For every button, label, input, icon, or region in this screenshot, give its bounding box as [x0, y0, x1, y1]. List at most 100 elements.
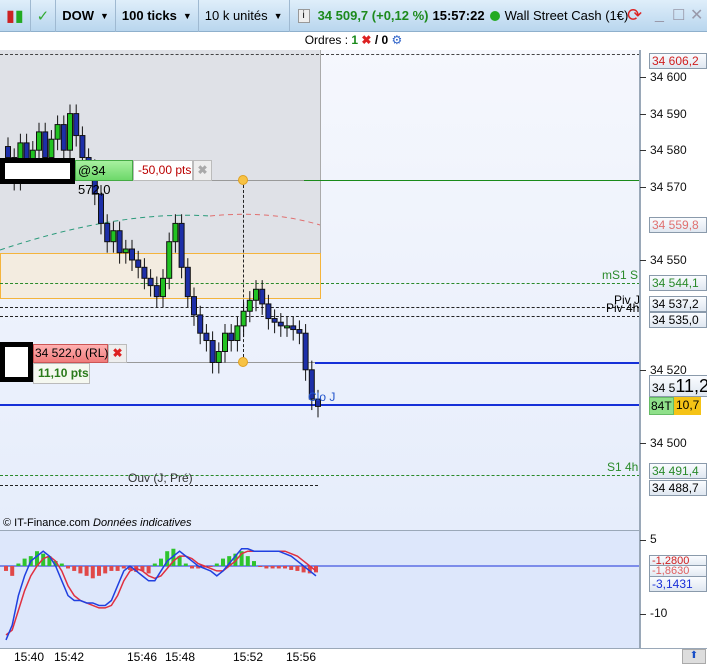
close-icon[interactable]: ✕: [690, 5, 703, 25]
price-box-ouv: 34 488,7: [649, 480, 707, 496]
price-box-s14h: 34 491,4: [649, 463, 707, 479]
level-label-ouv: Ouv (J; Pré): [128, 471, 193, 485]
minimize-icon[interactable]: _: [655, 6, 664, 24]
candle: [209, 331, 216, 374]
orders-bar: Ordres : 1 ✖ / 0 ⚙: [0, 32, 707, 50]
ticks-badge: 84T: [649, 397, 674, 415]
price-box-ms1s: 34 544,1: [649, 275, 707, 291]
candle: [129, 239, 135, 271]
period-select[interactable]: 100 ticks ▼: [116, 0, 199, 32]
indicator-svg: [0, 547, 639, 641]
level-label-ms1s: mS1 S: [602, 268, 639, 282]
candle: [197, 305, 204, 345]
scroll-to-end-icon[interactable]: ⬆: [682, 649, 706, 664]
candle: [240, 302, 247, 337]
stop-order-cancel-icon[interactable]: ✖: [193, 160, 212, 181]
histogram-bar: [10, 566, 15, 576]
histogram-bar: [22, 558, 27, 566]
stop-pts-text: -50,00 pts: [138, 163, 192, 177]
candle: [228, 324, 235, 352]
instrument-name: Wall Street Cash (1€): [504, 8, 629, 23]
candles: [0, 104, 321, 418]
level-label-cloj: Clo J: [308, 390, 336, 404]
histogram-bar: [270, 566, 275, 569]
candle: [253, 280, 259, 312]
indicator-panel[interactable]: [0, 530, 640, 648]
histogram-bar: [159, 558, 163, 566]
quantity-select[interactable]: 10 k unités ▼: [199, 0, 290, 32]
settings-icon[interactable]: ⚙: [392, 33, 403, 47]
candle: [271, 309, 278, 334]
price-box-pivj: 34 537,2: [649, 296, 707, 312]
candle: [259, 280, 266, 315]
stop-order-handle[interactable]: [0, 158, 75, 184]
candle: [290, 316, 297, 341]
axis-tick: 34 550: [650, 253, 687, 267]
orders-label: Ordres :: [304, 33, 349, 47]
candle: [284, 316, 290, 337]
candle: [67, 104, 73, 162]
price-axis[interactable]: 34 600 34 590 34 580 34 570 34 550 34 52…: [640, 50, 707, 648]
candlestick-icon[interactable]: ▮ ▮: [0, 0, 31, 32]
info-icon[interactable]: i: [297, 8, 310, 23]
candle: [184, 258, 191, 308]
candle: [203, 324, 210, 352]
histogram-bar: [78, 566, 83, 574]
histogram-bar: [90, 566, 95, 579]
histogram-bar: [258, 566, 263, 567]
candle: [153, 276, 160, 308]
histogram-bar: [4, 566, 8, 571]
candle: [222, 324, 228, 363]
period-label: 100 ticks: [121, 8, 177, 23]
time-label: 15:56: [286, 650, 317, 664]
last-price: 34 509,7 (+0,12 %): [317, 8, 429, 23]
quantity-label: 10 k unités: [204, 8, 268, 23]
toolbar: ▮ ▮ ✓ DOW ▼ 100 ticks ▼ 10 k unités ▼ i 34 5…: [0, 0, 707, 32]
symbol-select[interactable]: DOW ▼: [56, 0, 116, 32]
price-box-top: 34 606,2: [649, 53, 707, 69]
data-note: Données indicatives: [93, 517, 192, 529]
candle: [296, 320, 303, 345]
quote-time: 15:57:22: [432, 8, 485, 23]
orders-pending: / 0: [374, 33, 389, 47]
price-box-piv4h: 34 535,0: [649, 312, 707, 328]
limit-pts-text: 11,10 pts: [38, 366, 89, 380]
histogram-bar: [289, 566, 294, 570]
refresh-icon[interactable]: ⟳: [627, 5, 642, 26]
limit-order-handle[interactable]: [0, 342, 33, 382]
ma-line-red: [209, 213, 321, 226]
candle: [135, 250, 142, 279]
price-chart[interactable]: mS1 S Piv J Piv 4h S1 4h Ouv (J; Pré) Cl…: [0, 50, 640, 530]
axis-tick: 34 590: [650, 107, 687, 121]
time-label: 15:42: [54, 650, 85, 664]
indicator-tick: 5: [650, 532, 657, 546]
cancel-orders-icon[interactable]: ✖: [361, 33, 371, 47]
orders-count[interactable]: 1: [351, 33, 358, 47]
alert-icon[interactable]: ✓: [31, 0, 57, 32]
histogram-bar: [109, 566, 114, 571]
stop-order-pts: -50,00 pts: [133, 160, 193, 181]
time-label: 15:48: [165, 650, 196, 664]
candle: [234, 316, 241, 352]
candle: [73, 104, 80, 147]
candle: [246, 291, 253, 323]
stop-order-price[interactable]: @34 572,0: [75, 160, 133, 197]
histogram-bar: [252, 561, 256, 566]
candle: [104, 214, 111, 253]
histogram-bar: [152, 563, 157, 566]
histogram-bar: [59, 563, 64, 566]
histogram-bar: [245, 556, 250, 566]
candle: [191, 287, 197, 326]
maximize-icon[interactable]: ☐: [672, 6, 685, 24]
time-label: 15:40: [14, 650, 45, 664]
candle: [116, 221, 123, 264]
axis-tick: 34 580: [650, 143, 687, 157]
price-box-ma: 34 559,8: [649, 217, 707, 233]
copyright: © IT-Finance.com: [3, 517, 90, 529]
histogram-bar: [295, 566, 300, 571]
last-price-big: 11,2: [675, 376, 707, 396]
limit-order-price[interactable]: 34 522,0 (RL): [33, 344, 108, 363]
histogram-bar: [283, 566, 287, 569]
histogram-bar: [103, 566, 108, 574]
limit-order-cancel-icon[interactable]: ✖: [108, 344, 127, 363]
